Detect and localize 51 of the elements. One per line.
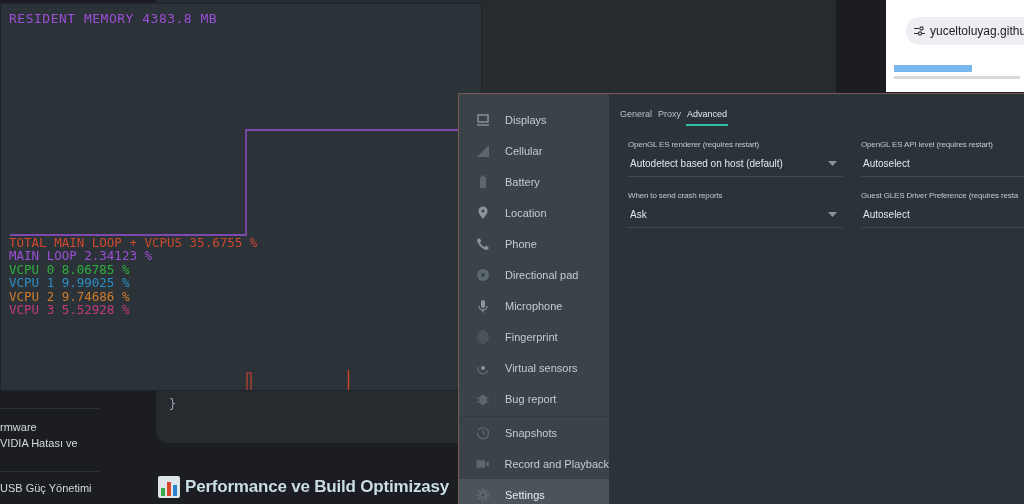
dropdown-field[interactable]: Autoselect [861, 205, 1024, 228]
phone-icon [476, 236, 490, 251]
tab[interactable]: Advanced [686, 106, 729, 126]
navigation-item[interactable]: Bug report [459, 383, 609, 414]
dropdown-field[interactable]: Autoselect [861, 154, 1024, 177]
tune-icon [914, 26, 925, 36]
dropdown-field[interactable]: Ask [628, 205, 843, 228]
field-label: Guest GLES Driver Preference (requires resta [861, 191, 1020, 200]
navigation-item[interactable]: Cellular [459, 135, 609, 166]
dpad-icon [476, 267, 490, 282]
laptop-icon [476, 112, 490, 127]
sidebar-link[interactable]: VIDIA Hatası ve [0, 435, 100, 451]
section-heading: Performance ve Build Optimizasy [185, 477, 449, 497]
settings-icon [476, 487, 490, 502]
cpu-readout: VCPU 0 8.06785 % [9, 262, 131, 277]
navigation-item[interactable]: Microphone [459, 290, 609, 321]
sidebar-link[interactable]: USB Güç Yönetimi [0, 480, 100, 496]
fingerprint-icon [476, 329, 490, 344]
cpu-readout: VCPU 1 9.99025 % [9, 276, 131, 290]
navigation-item[interactable]: Battery [459, 166, 609, 197]
cpu-readout: TOTAL MAIN LOOP + VCPUS 35.6755 % [9, 236, 258, 250]
cpu-spike-line [246, 372, 252, 390]
dropdown-field[interactable]: Autodetect based on host (default) [628, 154, 843, 177]
navigation-item[interactable]: Location [459, 197, 609, 228]
navigation-item[interactable]: Record and Playback [459, 448, 609, 479]
signal-icon [476, 143, 490, 158]
tab[interactable]: Proxy [657, 106, 683, 126]
dropdown-arrow-icon [828, 212, 837, 217]
navigation-item[interactable]: Directional pad [459, 259, 609, 290]
code-text: } [169, 397, 177, 411]
field-label: OpenGL ES API level (requires restart) [861, 140, 994, 149]
navigation-item[interactable]: Displays [459, 104, 609, 135]
field-label: OpenGL ES renderer (requires restart) [628, 140, 761, 149]
navigation-item[interactable]: Phone [459, 228, 609, 259]
cpu-spike-line [347, 370, 350, 390]
navigation-item[interactable]: Virtual sensors [459, 352, 609, 383]
microphone-icon [476, 298, 490, 313]
cpu-readout: VCPU 3 5.52928 % [9, 303, 131, 317]
navigation-item[interactable]: Settings [459, 479, 609, 504]
navigation-item[interactable]: Snapshots [459, 417, 609, 448]
navigation-item[interactable]: Fingerprint [459, 321, 609, 352]
bar-chart-icon [158, 476, 180, 498]
cpu-readout: MAIN LOOP 2.34123 % [9, 249, 153, 263]
field-label: When to send crash reports [628, 191, 724, 200]
tab[interactable]: General [619, 106, 654, 126]
history-icon [476, 425, 490, 440]
memory-readout: RESIDENT MEMORY 4383.8 MB [9, 11, 218, 26]
cpu-readout: VCPU 2 9.74686 % [9, 289, 131, 304]
sidebar-link[interactable]: rmware [0, 419, 100, 435]
dropdown-arrow-icon [828, 161, 837, 166]
location-pin-icon [476, 205, 490, 220]
